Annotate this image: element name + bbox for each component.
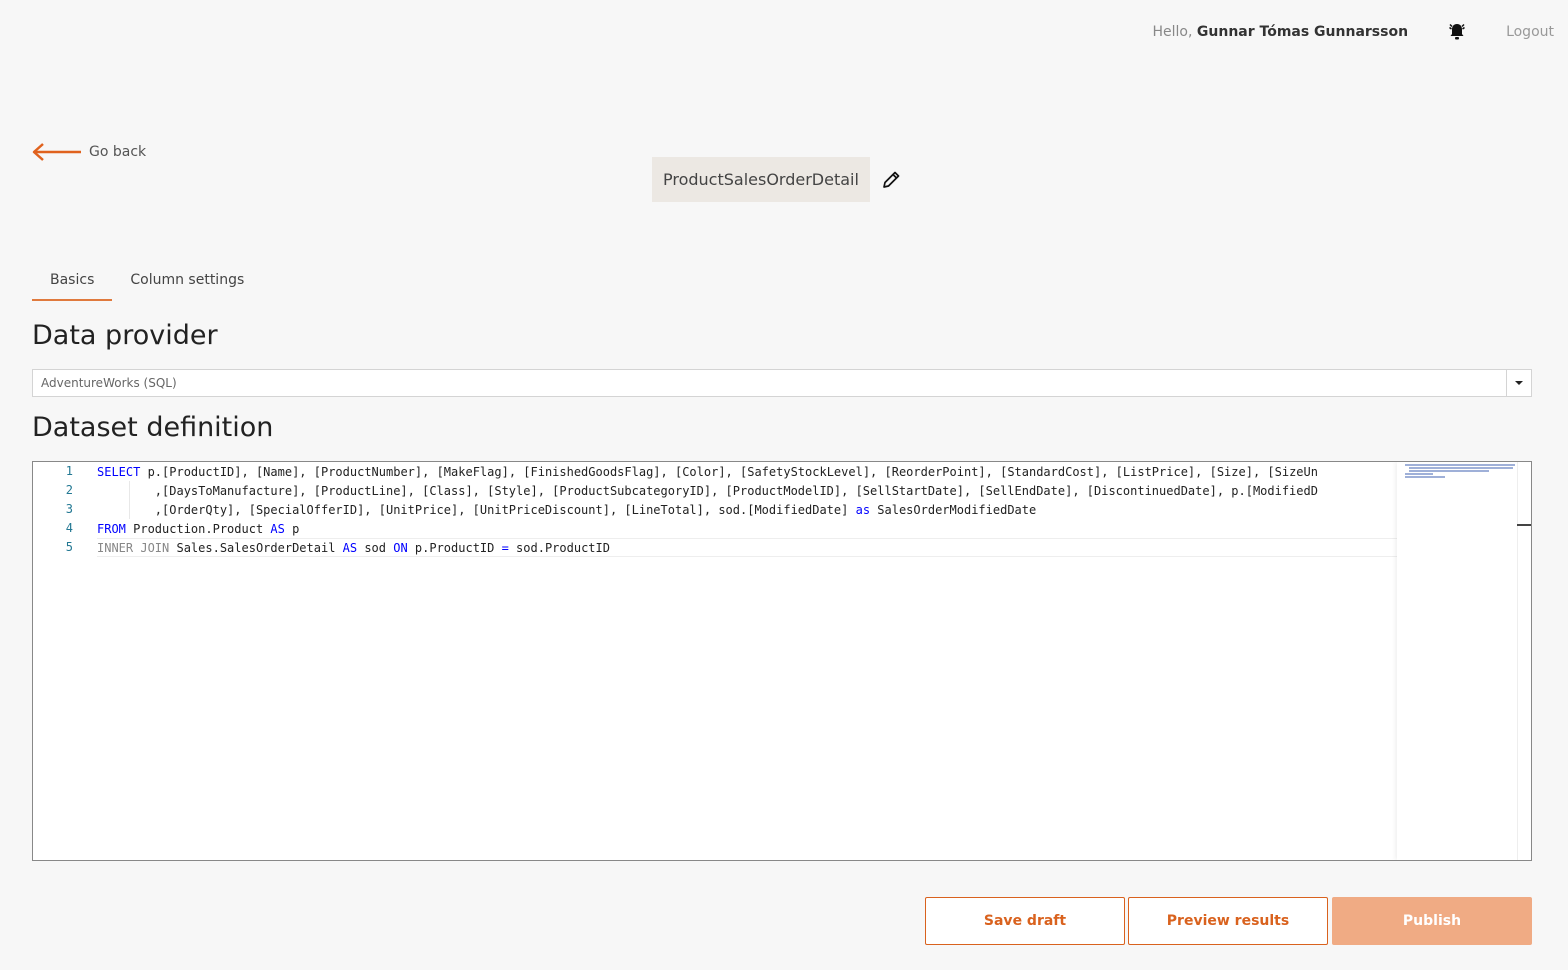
code-area[interactable]: SELECT p.[ProductID], [Name], [ProductNu… (97, 462, 1397, 860)
sql-text: p (284, 522, 300, 536)
pencil-icon[interactable] (880, 169, 902, 191)
sql-text: ,[OrderQty], [SpecialOfferID], [UnitPric… (97, 503, 856, 517)
minimap-line (1405, 476, 1445, 478)
tab-basics[interactable]: Basics (32, 266, 113, 301)
line-number: 2 (65, 483, 73, 497)
line-number: 1 (65, 464, 73, 478)
sql-keyword: SELECT (97, 465, 141, 479)
sql-text: Production.Product (125, 522, 271, 536)
line-number: 5 (65, 540, 73, 554)
sql-code-editor[interactable]: 1 2 3 4 5 SELECT p.[ProductID], [Name], [Pro… (32, 461, 1532, 861)
publish-button[interactable]: Publish (1332, 897, 1532, 945)
data-provider-heading: Data provider (32, 320, 218, 351)
dataset-definition-heading: Dataset definition (32, 412, 274, 443)
tab-bar: Basics Column settings (32, 266, 262, 301)
line-number-gutter: 1 2 3 4 5 (33, 462, 83, 860)
code-line[interactable]: FROM Production.Product AS p (97, 520, 299, 539)
save-draft-button[interactable]: Save draft (925, 897, 1125, 945)
code-line[interactable]: INNER JOIN Sales.SalesOrderDetail AS sod… (97, 539, 610, 558)
sql-keyword: as (855, 503, 871, 517)
sql-text: SalesOrderModifiedDate (870, 503, 1037, 517)
sql-keyword: AS (342, 541, 358, 555)
user-greeting: Hello, Gunnar Tómas Gunnarsson (1153, 24, 1409, 40)
dataset-title: ProductSalesOrderDetail (652, 157, 870, 202)
line-number: 3 (65, 502, 73, 516)
top-bar: Hello, Gunnar Tómas Gunnarsson Logout (1153, 18, 1568, 46)
tab-column-settings[interactable]: Column settings (112, 266, 262, 301)
arrow-left-icon (32, 143, 81, 161)
editor-vertical-scrollbar[interactable] (1517, 462, 1531, 860)
code-line[interactable]: ,[DaysToManufacture], [ProductLine], [Cl… (97, 482, 1318, 501)
sql-text: Sales.SalesOrderDetail (169, 541, 343, 555)
sql-text: sod.ProductID (508, 541, 610, 555)
sql-text: sod (357, 541, 394, 555)
sql-keyword: FROM (97, 522, 126, 536)
scroll-position-marker (1517, 524, 1531, 526)
data-provider-select[interactable]: AdventureWorks (SQL) (32, 369, 1532, 397)
greeting-prefix: Hello, (1152, 24, 1193, 40)
logout-link[interactable]: Logout (1506, 24, 1554, 40)
sql-keyword: AS (270, 522, 285, 536)
bell-icon[interactable] (1446, 21, 1468, 43)
minimap-line (1409, 467, 1513, 469)
editor-minimap[interactable] (1397, 462, 1517, 860)
sql-keyword: INNER JOIN (97, 541, 170, 555)
sql-keyword: = (501, 541, 509, 555)
user-name: Gunnar Tómas Gunnarsson (1196, 24, 1409, 40)
sql-keyword: ON (393, 541, 408, 555)
sql-text: p.ProductID (407, 541, 502, 555)
chevron-down-icon[interactable] (1506, 370, 1531, 396)
code-line[interactable]: SELECT p.[ProductID], [Name], [ProductNu… (97, 463, 1318, 482)
line-number: 4 (65, 521, 73, 535)
code-line[interactable]: ,[OrderQty], [SpecialOfferID], [UnitPric… (97, 501, 1036, 520)
sql-text: ,[DaysToManufacture], [ProductLine], [Cl… (97, 484, 1318, 498)
minimap-line (1405, 464, 1515, 466)
dataset-title-area: ProductSalesOrderDetail (652, 157, 902, 202)
go-back-link[interactable]: Go back (31, 141, 146, 163)
preview-results-button[interactable]: Preview results (1128, 897, 1328, 945)
minimap-line (1405, 473, 1433, 475)
minimap-line (1409, 470, 1489, 472)
data-provider-value: AdventureWorks (SQL) (41, 376, 177, 390)
sql-text: p.[ProductID], [Name], [ProductNumber], … (140, 465, 1318, 479)
go-back-label: Go back (89, 144, 147, 160)
